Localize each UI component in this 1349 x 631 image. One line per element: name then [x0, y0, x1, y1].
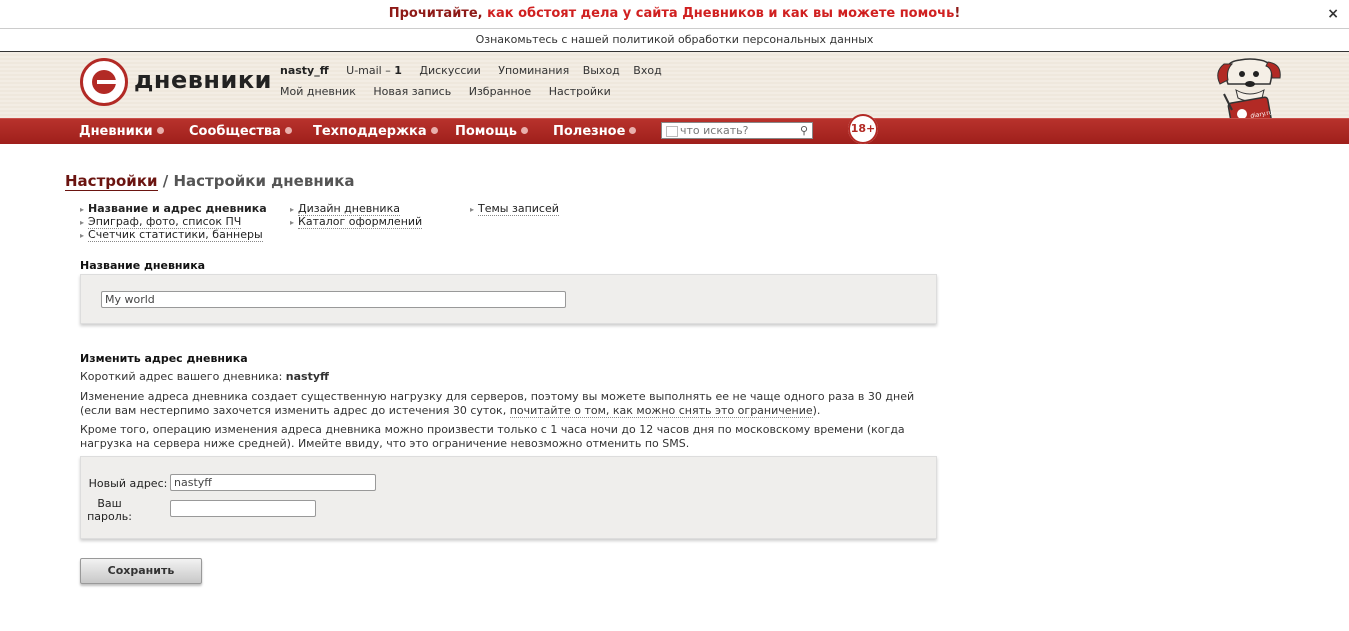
subnav-catalog[interactable]: Каталог оформлений [290, 215, 423, 229]
subnav-design[interactable]: Дизайн дневника [290, 202, 400, 216]
nav-communities-label: Сообщества [189, 124, 281, 139]
nav-settings[interactable]: Настройки [549, 85, 611, 98]
chevron-down-icon [284, 127, 292, 134]
address-time-text: Кроме того, операцию изменения адреса дн… [80, 423, 905, 450]
nav-diaries-label: Дневники [79, 124, 153, 139]
short-address-value: nastyff [285, 370, 329, 383]
short-address-label: Короткий адрес вашего дневника: [80, 370, 286, 383]
subnav-counter-label: Счетчик статистики, баннеры [88, 228, 263, 242]
nav-login[interactable]: Вход [633, 64, 661, 77]
umail-count: 1 [394, 64, 402, 77]
chevron-down-icon [629, 127, 637, 134]
change-address-box: Новый адрес: nastyff Ваш пароль: [80, 456, 937, 539]
logo-icon [80, 58, 128, 106]
search-scope-icon [666, 126, 678, 137]
nav-mentions[interactable]: Упоминания [498, 64, 569, 77]
site-logo[interactable]: дневники [80, 56, 271, 108]
notice-prefix: Прочитайте, [388, 6, 488, 21]
subnav-topics[interactable]: Темы записей [470, 202, 559, 216]
umail-link[interactable]: U-mail – 1 [346, 64, 402, 77]
subnav-catalog-label: Каталог оформлений [298, 215, 423, 229]
change-address-title: Изменить адрес дневника [80, 352, 248, 365]
site-header: дневники nasty_ff U-mail – 1 Дискуссии У… [0, 52, 1349, 118]
nav-logout[interactable]: Выход [583, 64, 620, 77]
nav-help-label: Помощь [455, 124, 517, 139]
diary-name-input[interactable]: My world [101, 291, 566, 308]
nav-diaries[interactable]: Дневники [79, 119, 164, 144]
logo-text: дневники [134, 66, 272, 94]
password-input[interactable] [170, 500, 316, 517]
subnav-epigraph-label: Эпиграф, фото, список ПЧ [88, 215, 242, 229]
main-nav-bar: Дневники Сообщества Техподдержка Помощь … [0, 114, 1349, 144]
nav-new-post[interactable]: Новая запись [373, 85, 451, 98]
nav-communities[interactable]: Сообщества [189, 119, 292, 144]
subnav-name-address[interactable]: Название и адрес дневника [80, 202, 267, 215]
password-label: Ваш пароль: [87, 497, 132, 523]
save-button[interactable]: Сохранить [80, 558, 202, 584]
age-badge: 18+ [848, 114, 878, 144]
address-limit-text-b: ). [812, 404, 821, 417]
nav-my-diary[interactable]: Мой дневник [280, 85, 356, 98]
diary-name-box: My world [80, 274, 937, 324]
search-icon[interactable]: ⚲ [800, 124, 808, 137]
umail-label: U-mail – [346, 64, 395, 77]
subnav-topics-label: Темы записей [478, 202, 559, 216]
short-address-text: Короткий адрес вашего дневника: nastyff [80, 370, 940, 384]
nav-help[interactable]: Помощь [455, 119, 528, 144]
new-address-label: Новый адрес: [88, 477, 168, 490]
nav-support-label: Техподдержка [313, 124, 427, 139]
chevron-down-icon [156, 127, 164, 134]
address-limit-text: Изменение адреса дневника создает сущест… [80, 390, 940, 418]
notice-suffix: ! [954, 6, 961, 21]
chevron-down-icon [520, 127, 528, 134]
search-placeholder: что искать? [680, 124, 749, 137]
close-icon[interactable]: × [1327, 0, 1339, 28]
nav-favorites[interactable]: Избранное [469, 85, 531, 98]
breadcrumb-settings[interactable]: Настройки [65, 172, 158, 191]
user-nav: nasty_ff U-mail – 1 Дискуссии Упоминания… [280, 64, 676, 106]
new-address-input[interactable]: nastyff [170, 474, 376, 491]
notice-link[interactable]: как обстоят дела у сайта Дневников и как… [487, 6, 954, 21]
diary-name-title: Название дневника [80, 259, 206, 272]
nav-support[interactable]: Техподдержка [313, 119, 438, 144]
subnav-counter[interactable]: Счетчик статистики, баннеры [80, 228, 263, 242]
chevron-down-icon [430, 127, 438, 134]
limit-info-link[interactable]: почитайте о том, как можно снять это огр… [509, 404, 813, 418]
nav-discussions[interactable]: Дискуссии [419, 64, 480, 77]
search-input[interactable]: что искать? ⚲ [661, 122, 813, 139]
page-title: Настройки дневника [173, 172, 355, 190]
username-link[interactable]: nasty_ff [280, 64, 329, 77]
subnav-design-label: Дизайн дневника [298, 202, 400, 216]
breadcrumb: Настройки / Настройки дневника [65, 172, 355, 191]
policy-link[interactable]: Ознакомьтесь с нашей политикой обработки… [476, 33, 874, 46]
notice-bar: Прочитайте, как обстоят дела у сайта Дне… [0, 0, 1349, 29]
nav-useful[interactable]: Полезное [553, 119, 637, 144]
policy-bar: Ознакомьтесь с нашей политикой обработки… [0, 29, 1349, 52]
subnav-epigraph[interactable]: Эпиграф, фото, список ПЧ [80, 215, 242, 229]
nav-useful-label: Полезное [553, 124, 626, 139]
breadcrumb-sep: / [157, 172, 174, 190]
